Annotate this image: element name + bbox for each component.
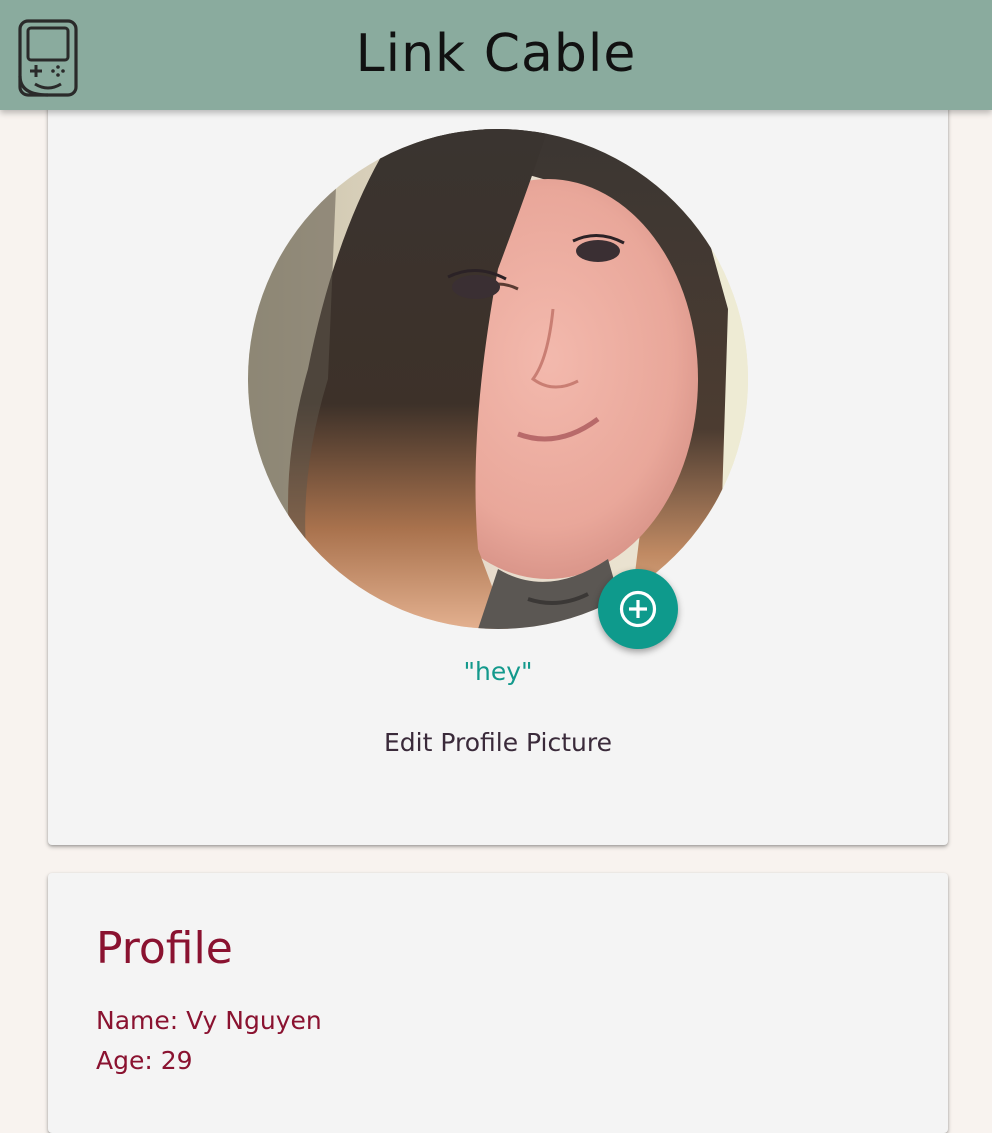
app-bar: Link Cable xyxy=(0,0,992,110)
avatar xyxy=(248,129,748,629)
add-circle-icon xyxy=(619,590,657,628)
profile-name: Name: Vy Nguyen xyxy=(96,1006,322,1035)
edit-profile-picture-link[interactable]: Edit Profile Picture xyxy=(48,728,948,757)
profile-age: Age: 29 xyxy=(96,1046,193,1075)
add-photo-button[interactable] xyxy=(598,569,678,649)
profile-card: Profile Name: Vy Nguyen Age: 29 xyxy=(48,873,948,1133)
profile-picture-card: "hey" Edit Profile Picture xyxy=(48,100,948,845)
app-title: Link Cable xyxy=(355,24,637,84)
profile-heading: Profile xyxy=(96,923,233,974)
status-message: "hey" xyxy=(463,657,533,686)
avatar-container xyxy=(248,129,748,629)
